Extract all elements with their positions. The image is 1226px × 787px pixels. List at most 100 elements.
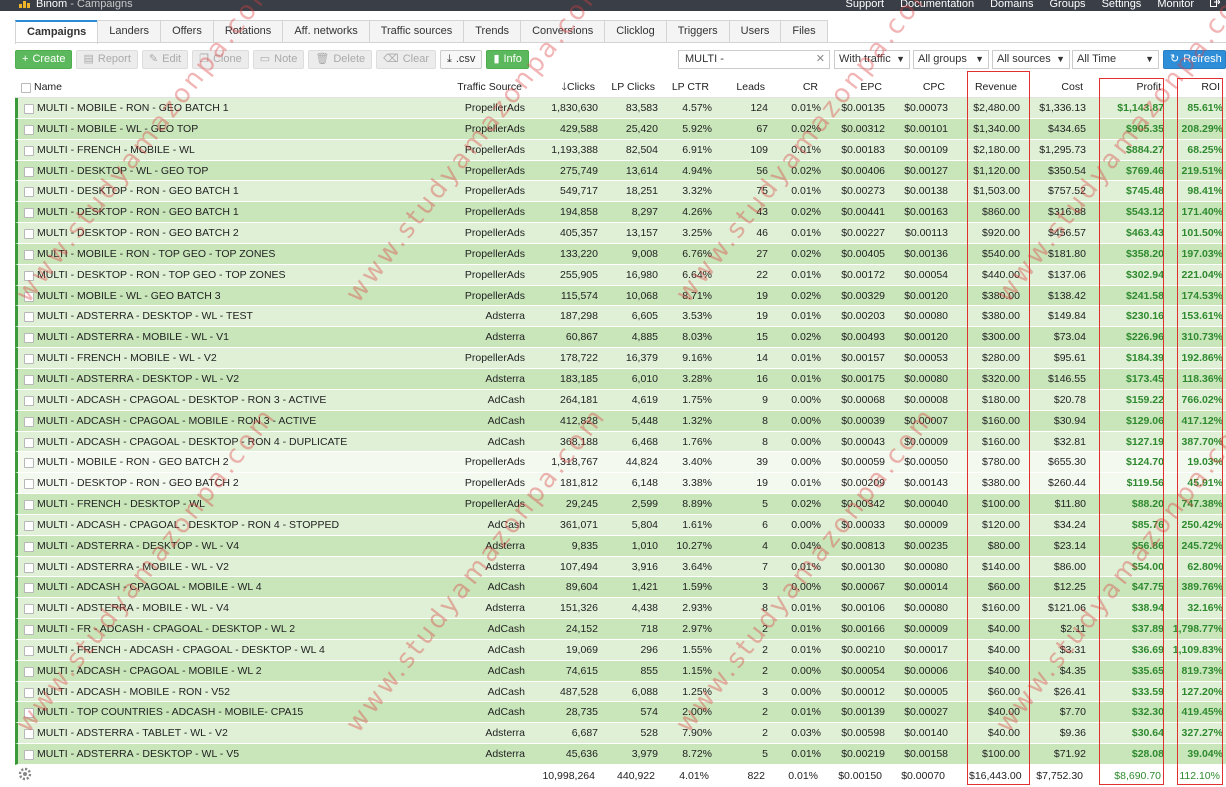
cell-name[interactable]: MULTI - DESKTOP - RON - GEO BATCH 2 xyxy=(37,473,467,493)
row-checkbox[interactable] xyxy=(24,604,34,615)
row-checkbox[interactable] xyxy=(24,124,34,135)
cell-name[interactable]: MULTI - DESKTOP - WL - GEO TOP xyxy=(37,161,467,181)
cell-name[interactable]: MULTI - ADCASH - CPAGOAL - MOBILE - RON … xyxy=(37,411,467,431)
row-checkbox[interactable] xyxy=(24,583,34,594)
tab-aff-networks[interactable]: Aff. networks xyxy=(282,20,370,42)
table-row[interactable]: MULTI - ADCASH - CPAGOAL - MOBILE - WL 4… xyxy=(15,577,1226,599)
col-epc[interactable]: EPC xyxy=(823,77,882,97)
report-button[interactable]: ▤ Report xyxy=(76,50,138,69)
csv-export-button[interactable]: ⤓ .csv xyxy=(440,50,483,69)
col-profit[interactable]: Profit xyxy=(1101,77,1161,97)
row-checkbox[interactable] xyxy=(24,416,34,427)
row-checkbox[interactable] xyxy=(24,645,34,656)
row-checkbox[interactable] xyxy=(24,208,34,219)
table-row[interactable]: MULTI - ADCASH - CPAGOAL - DESKTOP - RON… xyxy=(15,431,1226,453)
clone-button[interactable]: ❐ Clone xyxy=(192,50,249,69)
table-row[interactable]: MULTI - MOBILE - WL - GEO BATCH 3 Propell… xyxy=(15,285,1226,307)
table-row[interactable]: MULTI - ADCASH - CPAGOAL - MOBILE - RON … xyxy=(15,410,1226,432)
cell-name[interactable]: MULTI - MOBILE - WL - GEO TOP xyxy=(37,119,467,139)
cell-name[interactable]: MULTI - ADCASH - MOBILE - RON - V52 xyxy=(37,682,467,702)
table-row[interactable]: MULTI - ADSTERRA - MOBILE - WL - V1 Adste… xyxy=(15,327,1226,349)
cell-name[interactable]: MULTI - FRENCH - DESKTOP - WL xyxy=(37,494,467,514)
table-row[interactable]: MULTI - MOBILE - RON - GEO BATCH 1 Propel… xyxy=(15,98,1226,119)
row-checkbox[interactable] xyxy=(24,354,34,365)
logout-icon[interactable] xyxy=(1210,0,1220,7)
col-leads[interactable]: Leads xyxy=(715,77,765,97)
col-revenue[interactable]: Revenue xyxy=(969,77,1017,97)
tab-rotations[interactable]: Rotations xyxy=(212,20,284,42)
col-clicks[interactable]: 🡓Clicks xyxy=(525,77,595,97)
period-filter-select[interactable]: All Time ▼ xyxy=(1072,50,1159,69)
nav-settings[interactable]: Settings xyxy=(1102,0,1142,11)
cell-name[interactable]: MULTI - ADSTERRA - MOBILE - WL - V1 xyxy=(37,327,467,347)
cell-name[interactable]: MULTI - ADSTERRA - DESKTOP - WL - V5 xyxy=(37,744,467,764)
row-checkbox[interactable] xyxy=(24,166,34,177)
table-row[interactable]: MULTI - FRENCH - DESKTOP - WL PropellerAd… xyxy=(15,494,1226,515)
cell-name[interactable]: MULTI - DESKTOP - RON - TOP GEO - TOP ZO… xyxy=(37,265,467,285)
table-row[interactable]: MULTI - ADCASH - CPAGOAL - MOBILE - WL 2… xyxy=(15,660,1226,682)
cell-name[interactable]: MULTI - ADCASH - CPAGOAL - MOBILE - WL 2 xyxy=(37,661,467,681)
cell-name[interactable]: MULTI - ADSTERRA - DESKTOP - WL - V2 xyxy=(37,369,467,389)
table-row[interactable]: MULTI - MOBILE - WL - GEO TOP PropellerAd… xyxy=(15,118,1226,140)
row-checkbox[interactable] xyxy=(24,374,34,385)
edit-button[interactable]: ✎ Edit xyxy=(141,50,189,69)
tab-files[interactable]: Files xyxy=(780,20,828,42)
row-checkbox[interactable] xyxy=(24,625,34,636)
nav-groups[interactable]: Groups xyxy=(1049,0,1085,11)
table-row[interactable]: MULTI - ADCASH - CPAGOAL - DESKTOP - RON… xyxy=(15,389,1226,411)
col-cost[interactable]: Cost xyxy=(1030,77,1083,97)
table-row[interactable]: MULTI - MOBILE - RON - GEO BATCH 2 Propel… xyxy=(15,452,1226,474)
row-checkbox[interactable] xyxy=(24,104,34,114)
table-row[interactable]: MULTI - ADCASH - CPAGOAL - DESKTOP - RON… xyxy=(15,514,1226,536)
table-row[interactable]: MULTI - DESKTOP - RON - GEO BATCH 1 Prope… xyxy=(15,202,1226,224)
create-button[interactable]: + Create xyxy=(15,50,73,69)
row-checkbox[interactable] xyxy=(24,500,34,511)
clear-search-icon[interactable]: ✕ xyxy=(816,51,825,68)
row-checkbox[interactable] xyxy=(24,687,34,698)
row-checkbox[interactable] xyxy=(24,229,34,240)
table-row[interactable]: MULTI - DESKTOP - RON - GEO BATCH 2 Prope… xyxy=(15,223,1226,244)
delete-button[interactable]: 🗑 Delete xyxy=(308,50,373,69)
col-lp-ctr[interactable]: LP CTR xyxy=(659,77,709,97)
cell-name[interactable]: MULTI - ADCASH - CPAGOAL - DESKTOP - RON… xyxy=(37,390,467,410)
row-checkbox[interactable] xyxy=(24,249,34,260)
table-row[interactable]: MULTI - DESKTOP - RON - TOP GEO - TOP ZO… xyxy=(15,264,1226,286)
cell-name[interactable]: MULTI - ADSTERRA - DESKTOP - WL - V4 xyxy=(37,536,467,556)
col-traffic-source[interactable]: Traffic Source xyxy=(445,77,522,97)
tab-clicklog[interactable]: Clicklog xyxy=(604,20,667,42)
table-row[interactable]: MULTI - DESKTOP - RON - GEO BATCH 1 Prope… xyxy=(15,181,1226,203)
tab-traffic-sources[interactable]: Traffic sources xyxy=(368,20,465,42)
table-row[interactable]: MULTI - ADSTERRA - MOBILE - WL - V4 Adste… xyxy=(15,598,1226,620)
table-row[interactable]: MULTI - ADSTERRA - DESKTOP - WL - V5 Adst… xyxy=(15,744,1226,765)
cell-name[interactable]: MULTI - ADSTERRA - TABLET - WL - V2 xyxy=(37,723,467,743)
traffic-filter-select[interactable]: With traffic ▼ xyxy=(834,50,910,69)
row-checkbox[interactable] xyxy=(24,312,34,323)
cell-name[interactable]: MULTI - ADCASH - CPAGOAL - DESKTOP - RON… xyxy=(37,515,467,535)
row-checkbox[interactable] xyxy=(24,458,34,469)
gear-icon[interactable] xyxy=(17,766,33,782)
cell-name[interactable]: MULTI - FRENCH - MOBILE - WL - V2 xyxy=(37,348,467,368)
row-checkbox[interactable] xyxy=(24,520,34,531)
row-checkbox[interactable] xyxy=(24,333,34,344)
row-checkbox[interactable] xyxy=(24,145,34,156)
table-row[interactable]: MULTI - ADSTERRA - DESKTOP - WL - TEST Ad… xyxy=(15,306,1226,328)
nav-documentation[interactable]: Documentation xyxy=(900,0,974,11)
row-checkbox[interactable] xyxy=(24,708,34,719)
info-button[interactable]: ▮ Info xyxy=(486,50,529,69)
col-cpc[interactable]: CPC xyxy=(887,77,945,97)
tab-landers[interactable]: Landers xyxy=(97,20,162,42)
cell-name[interactable]: MULTI - MOBILE - RON - GEO BATCH 1 xyxy=(37,98,467,118)
table-row[interactable]: MULTI - DESKTOP - WL - GEO TOP PropellerA… xyxy=(15,160,1226,182)
nav-support[interactable]: Support xyxy=(846,0,885,11)
table-row[interactable]: MULTI - ADSTERRA - MOBILE - WL - V2 Adste… xyxy=(15,556,1226,578)
col-lp-clicks[interactable]: LP Clicks xyxy=(599,77,655,97)
table-row[interactable]: MULTI - ADCASH - MOBILE - RON - V52 AdCas… xyxy=(15,681,1226,703)
row-checkbox[interactable] xyxy=(24,395,34,406)
cell-name[interactable]: MULTI - TOP COUNTRIES - ADCASH - MOBILE-… xyxy=(37,702,467,722)
search-input[interactable]: MULTI - ✕ xyxy=(678,50,830,69)
cell-name[interactable]: MULTI - MOBILE - RON - TOP GEO - TOP ZON… xyxy=(37,244,467,264)
cell-name[interactable]: MULTI - DESKTOP - RON - GEO BATCH 1 xyxy=(37,181,467,201)
table-row[interactable]: MULTI - FRENCH - MOBILE - WL PropellerAds… xyxy=(15,139,1226,161)
col-roi[interactable]: ROI xyxy=(1169,77,1220,97)
tab-offers[interactable]: Offers xyxy=(160,20,214,42)
